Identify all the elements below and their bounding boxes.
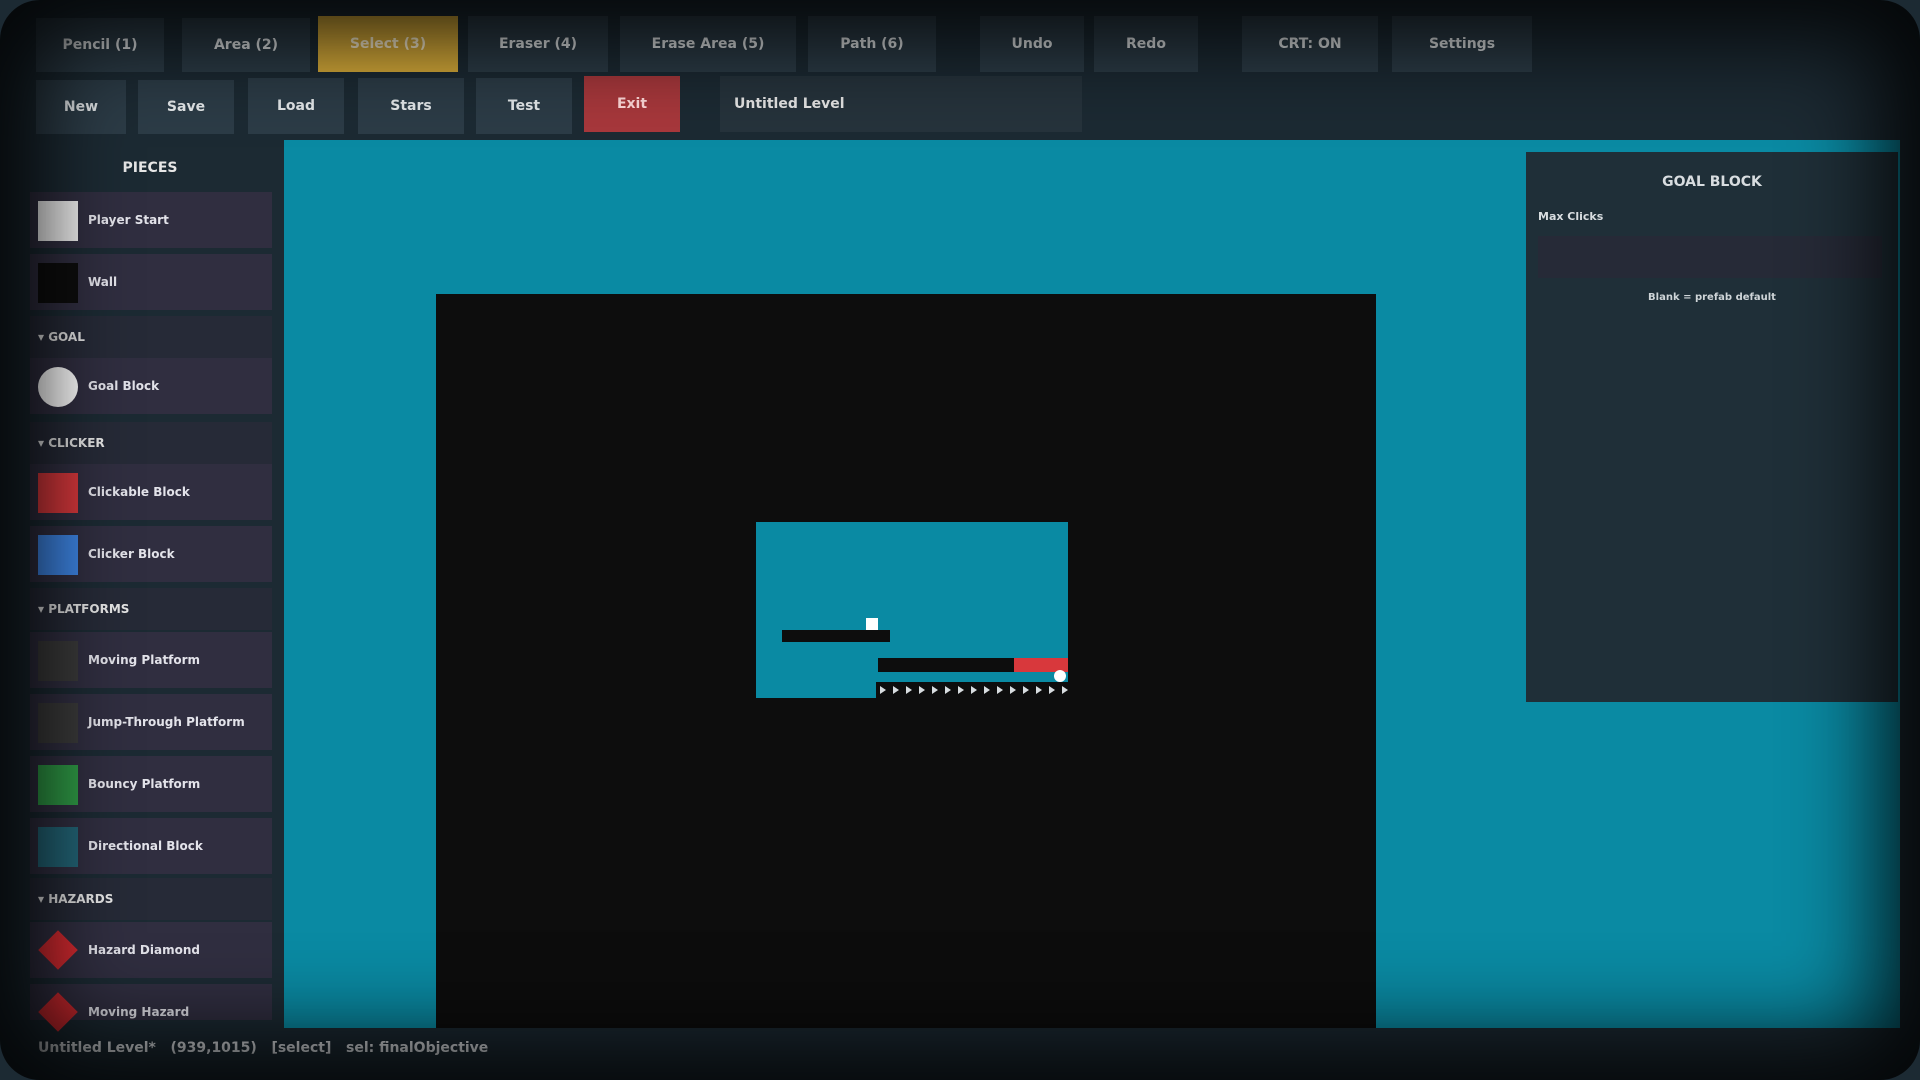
piece-label: Clickable Block <box>88 485 190 499</box>
max-clicks-input[interactable] <box>1538 236 1882 278</box>
level-room[interactable] <box>756 522 1068 698</box>
piece-wall[interactable]: Wall <box>30 254 272 310</box>
status-selection: sel: finalObjective <box>345 1040 489 1056</box>
piece-label: Hazard Diamond <box>88 943 200 957</box>
load-button[interactable]: Load <box>248 78 344 134</box>
piece-moving-hazard[interactable]: Moving Hazard <box>30 984 272 1032</box>
piece-label: Goal Block <box>88 379 160 393</box>
category-hazards[interactable]: ▾ HAZARDS <box>30 878 272 920</box>
clicker-swatch-icon <box>38 535 78 575</box>
exit-button[interactable]: Exit <box>584 76 680 132</box>
piece-label: Jump-Through Platform <box>88 715 245 729</box>
undo-button[interactable]: Undo <box>980 16 1084 72</box>
save-button[interactable]: Save <box>138 80 234 134</box>
status-coords: (939,1015) <box>170 1040 257 1056</box>
category-platforms[interactable]: ▾ PLATFORMS <box>30 588 272 630</box>
piece-label: Moving Hazard <box>88 1005 190 1019</box>
crt-toggle-button[interactable]: CRT: ON <box>1242 16 1378 72</box>
piece-label: Directional Block <box>88 839 203 853</box>
piece-clickable-block[interactable]: Clickable Block <box>30 464 272 520</box>
sidebar-title: PIECES <box>122 160 178 176</box>
jump-through-swatch-icon <box>38 703 78 743</box>
wall-segment[interactable] <box>878 658 1014 672</box>
piece-player-start[interactable]: Player Start <box>30 192 272 248</box>
moving-platform-swatch-icon <box>38 641 78 681</box>
piece-goal-block[interactable]: Goal Block <box>30 358 272 414</box>
piece-hazard-diamond[interactable]: Hazard Diamond <box>30 922 272 978</box>
editor-screen: Pencil (1) Area (2) Select (3) Eraser (4… <box>0 0 1920 1080</box>
status-mode: [select] <box>271 1040 332 1056</box>
category-clicker[interactable]: ▾ CLICKER <box>30 422 272 464</box>
player-start-block[interactable] <box>866 618 878 630</box>
redo-button[interactable]: Redo <box>1094 16 1198 72</box>
stars-button[interactable]: Stars <box>358 78 464 134</box>
hazard-diamond-icon <box>38 930 78 970</box>
wall-swatch-icon <box>38 263 78 303</box>
erase-area-tool-button[interactable]: Erase Area (5) <box>620 16 796 72</box>
bouncy-swatch-icon <box>38 765 78 805</box>
status-file: Untitled Level* <box>38 1040 156 1056</box>
piece-jump-through-platform[interactable]: Jump-Through Platform <box>30 694 272 750</box>
piece-directional-block[interactable]: Directional Block <box>30 818 272 874</box>
piece-label: Clicker Block <box>88 547 175 561</box>
piece-clicker-block[interactable]: Clicker Block <box>30 526 272 582</box>
clickable-swatch-icon <box>38 473 78 513</box>
piece-label: Wall <box>88 275 118 289</box>
category-goal[interactable]: ▾ GOAL <box>30 316 272 358</box>
settings-button[interactable]: Settings <box>1392 16 1532 72</box>
directional-swatch-icon <box>38 827 78 867</box>
select-tool-button[interactable]: Select (3) <box>318 16 458 72</box>
piece-label: Player Start <box>88 213 169 227</box>
max-clicks-hint: Blank = prefab default <box>1648 292 1776 303</box>
eraser-tool-button[interactable]: Eraser (4) <box>468 16 608 72</box>
status-bar: Untitled Level* (939,1015) [select] sel:… <box>38 1040 488 1056</box>
conveyor-arrows[interactable] <box>876 682 1068 698</box>
player-start-swatch-icon <box>38 201 78 241</box>
max-clicks-label: Max Clicks <box>1538 210 1604 223</box>
piece-moving-platform[interactable]: Moving Platform <box>30 632 272 688</box>
goal-block[interactable] <box>1054 670 1066 682</box>
level-name-field[interactable]: Untitled Level <box>720 76 1082 132</box>
piece-label: Moving Platform <box>88 653 201 667</box>
area-tool-button[interactable]: Area (2) <box>182 18 310 72</box>
piece-label: Bouncy Platform <box>88 777 201 791</box>
path-tool-button[interactable]: Path (6) <box>808 16 936 72</box>
properties-panel: GOAL BLOCK Max Clicks Blank = prefab def… <box>1526 152 1898 702</box>
panel-title: GOAL BLOCK <box>1662 174 1762 190</box>
piece-bouncy-platform[interactable]: Bouncy Platform <box>30 756 272 812</box>
arrow-right-icon <box>880 686 1068 694</box>
new-level-button[interactable]: New <box>36 80 126 134</box>
goal-circle-icon <box>38 367 78 407</box>
pieces-sidebar: PIECES Player Start Wall ▾ GOAL Goal Blo… <box>26 140 274 1032</box>
wall-segment[interactable] <box>782 630 890 642</box>
pencil-tool-button[interactable]: Pencil (1) <box>36 18 164 72</box>
moving-hazard-diamond-icon <box>38 992 78 1032</box>
test-button[interactable]: Test <box>476 78 572 134</box>
